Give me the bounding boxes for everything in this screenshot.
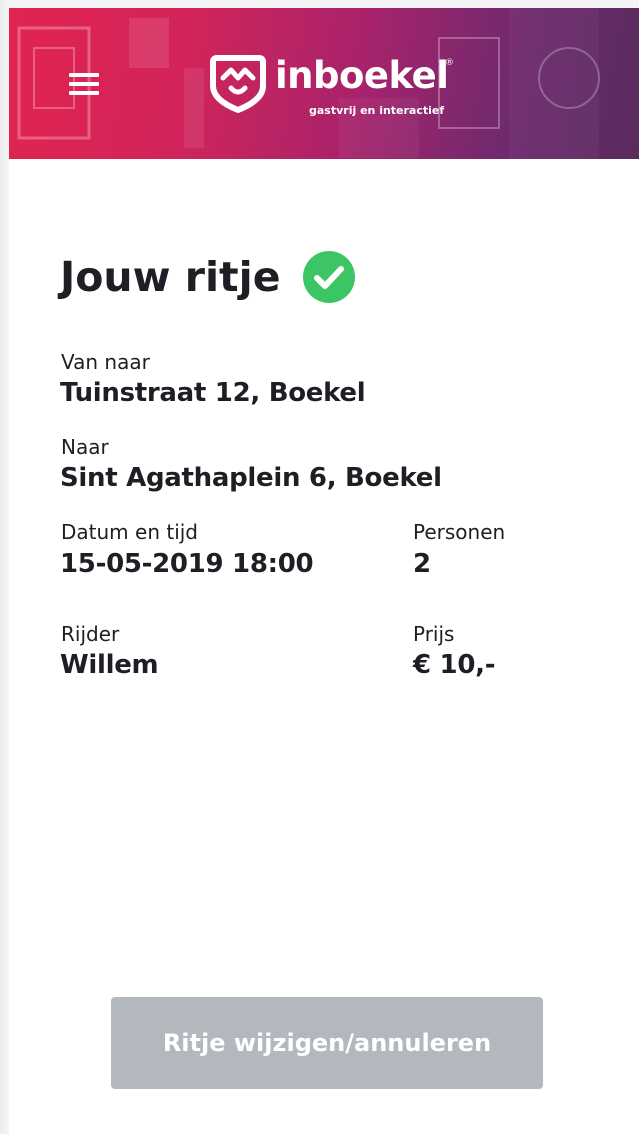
edit-cancel-ride-button[interactable]: Ritje wijzigen/annuleren [111,997,543,1089]
hamburger-menu-icon[interactable] [69,70,101,100]
app-screen: inboekel ® gastvrij en interactief Jouw … [0,0,639,1134]
page-title: Jouw ritje [60,253,281,301]
check-circle-icon [302,251,355,303]
title-row: Jouw ritje [60,247,355,307]
to-label: Naar [61,435,109,459]
to-value: Sint Agathaplein 6, Boekel [60,463,442,493]
left-edge [0,0,9,1134]
from-value: Tuinstraat 12, Boekel [60,378,366,408]
price-label: Prijs [413,622,455,646]
top-edge [0,0,639,8]
heart-shield-logo-icon [210,55,266,113]
datetime-label: Datum en tijd [61,520,199,544]
menu-bar [69,82,99,86]
brand-logo[interactable]: inboekel ® gastvrij en interactief [209,52,469,122]
brand-registered-mark: ® [445,58,454,68]
driver-value: Willem [60,650,159,680]
from-label: Van naar [61,350,150,374]
menu-bar [69,73,99,77]
persons-label: Personen [413,520,506,544]
brand-tagline: gastvrij en interactief [309,104,445,117]
datetime-value: 15-05-2019 18:00 [60,549,314,579]
driver-label: Rijder [61,622,120,646]
menu-bar [69,91,99,95]
price-value: € 10,- [413,650,496,680]
persons-value: 2 [413,549,431,579]
brand-name: inboekel [275,54,449,97]
header-banner: inboekel ® gastvrij en interactief [9,8,639,159]
